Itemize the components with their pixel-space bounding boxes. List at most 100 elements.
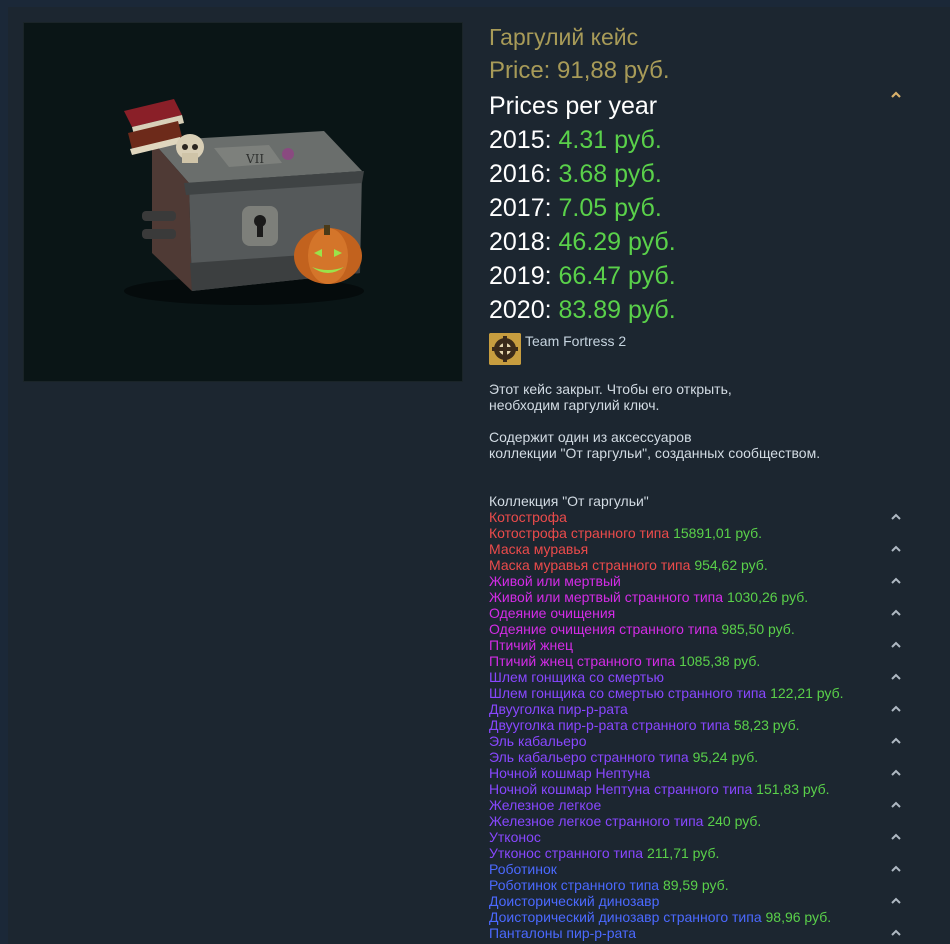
- strange-variant-name: Утконос странного типа: [489, 845, 644, 861]
- collection-item-strange[interactable]: Эль кабальеро странного типа 95,24 руб.: [489, 749, 919, 765]
- expand-item-icon[interactable]: [889, 928, 903, 938]
- prices-per-year-label: Prices per year: [489, 92, 658, 120]
- strange-variant-name: Котострофа странного типа: [489, 525, 670, 541]
- collection-item-name: Панталоны пир-р-рата: [489, 925, 637, 941]
- strange-variant-price: 985,50 руб.: [721, 621, 795, 637]
- collection-item-name: Ночной кошмар Нептуна: [489, 765, 651, 781]
- strange-variant-price: 1030,26 руб.: [726, 589, 809, 605]
- collection-item-strange[interactable]: Роботинок странного типа 89,59 руб.: [489, 877, 919, 893]
- collection-item[interactable]: Одеяние очищения: [489, 605, 919, 621]
- year-price-row: 2016: 3.68 руб.: [489, 158, 919, 192]
- strange-variant-price: 151,83 руб.: [756, 781, 830, 797]
- collection-list: Коллекция "От гаргульи" Котострофа Котост…: [489, 493, 919, 941]
- strange-variant-price: 240 руб.: [707, 813, 762, 829]
- strange-variant-price: 15891,01 руб.: [673, 525, 763, 541]
- expand-item-icon[interactable]: [889, 576, 903, 586]
- collection-item-strange[interactable]: Железное легкое странного типа 240 руб.: [489, 813, 919, 829]
- collection-item[interactable]: Двууголка пир-р-рата: [489, 701, 919, 717]
- item-image: VII: [23, 22, 463, 382]
- strange-variant-name: Доисторический динозавр странного типа: [489, 909, 762, 925]
- collection-item-strange[interactable]: Птичий жнец странного типа 1085,38 руб.: [489, 653, 919, 669]
- year-price-value: 3.68 руб.: [558, 160, 662, 188]
- expand-item-icon[interactable]: [889, 640, 903, 650]
- expand-item-icon[interactable]: [889, 512, 903, 522]
- collection-item-name: Роботинок: [489, 861, 557, 877]
- strange-variant-price: 1085,38 руб.: [679, 653, 761, 669]
- collapse-prices-icon[interactable]: [889, 90, 903, 100]
- description-line: Содержит один из аксессуаров: [489, 429, 692, 445]
- collection-item-name: Птичий жнец: [489, 637, 574, 653]
- collection-item[interactable]: Железное легкое: [489, 797, 919, 813]
- strange-variant-name: Маска муравья странного типа: [489, 557, 691, 573]
- collection-item-name: Живой или мертвый: [489, 573, 621, 589]
- year-label: 2019:: [489, 262, 552, 290]
- collection-item-strange[interactable]: Котострофа странного типа 15891,01 руб.: [489, 525, 919, 541]
- expand-item-icon[interactable]: [889, 896, 903, 906]
- expand-item-icon[interactable]: [889, 800, 903, 810]
- strange-variant-name: Птичий жнец странного типа: [489, 653, 676, 669]
- collection-item[interactable]: Котострофа: [489, 509, 919, 525]
- collection-item-strange[interactable]: Одеяние очищения странного типа 985,50 р…: [489, 621, 919, 637]
- collection-item[interactable]: Птичий жнец: [489, 637, 919, 653]
- description-line: Этот кейс закрыт. Чтобы его открыть,: [489, 381, 732, 397]
- strange-variant-price: 89,59 руб.: [662, 877, 729, 893]
- expand-item-icon[interactable]: [889, 544, 903, 554]
- collection-item-strange[interactable]: Двууголка пир-р-рата странного типа 58,2…: [489, 717, 919, 733]
- collection-item[interactable]: Доисторический динозавр: [489, 893, 919, 909]
- expand-item-icon[interactable]: [889, 864, 903, 874]
- strange-variant-name: Живой или мертвый странного типа: [489, 589, 724, 605]
- collection-item[interactable]: Живой или мертвый: [489, 573, 919, 589]
- strange-variant-price: 98,96 руб.: [765, 909, 832, 925]
- gargoyle-case-image: VII: [124, 99, 364, 305]
- collection-item-name: Доисторический динозавр: [489, 893, 660, 909]
- year-price-row: 2017: 7.05 руб.: [489, 192, 919, 226]
- prices-per-year-header: Prices per year: [489, 90, 919, 124]
- collection-item-strange[interactable]: Шлем гонщика со смертью странного типа 1…: [489, 685, 919, 701]
- description-contents: Содержит один из аксессуаров коллекции "…: [489, 429, 820, 461]
- collection-item[interactable]: Панталоны пир-р-рата: [489, 925, 919, 941]
- year-label: 2020:: [489, 296, 552, 324]
- collection-item[interactable]: Утконос: [489, 829, 919, 845]
- strange-variant-price: 58,23 руб.: [733, 717, 800, 733]
- expand-item-icon[interactable]: [889, 768, 903, 778]
- collection-item-strange[interactable]: Доисторический динозавр странного типа 9…: [489, 909, 919, 925]
- year-price-row: 2020: 83.89 руб.: [489, 294, 919, 328]
- collection-item-name: Маска муравья: [489, 541, 589, 557]
- collection-item-name: Эль кабальеро: [489, 733, 587, 749]
- expand-item-icon[interactable]: [889, 832, 903, 842]
- collection-item[interactable]: Ночной кошмар Нептуна: [489, 765, 919, 781]
- strange-variant-name: Одеяние очищения странного типа: [489, 621, 718, 637]
- collection-item[interactable]: Шлем гонщика со смертью: [489, 669, 919, 685]
- strange-variant-name: Эль кабальеро странного типа: [489, 749, 689, 765]
- collection-item-name: Одеяние очищения: [489, 605, 616, 621]
- expand-item-icon[interactable]: [889, 608, 903, 618]
- expand-item-icon[interactable]: [889, 736, 903, 746]
- year-price-value: 66.47 руб.: [558, 262, 676, 290]
- item-title: Гаргулий кейс: [489, 24, 639, 50]
- collection-item-name: Шлем гонщика со смертью: [489, 669, 664, 685]
- year-label: 2016:: [489, 160, 552, 188]
- collection-item-name: Утконос: [489, 829, 541, 845]
- year-price-value: 46.29 руб.: [558, 228, 676, 256]
- collection-item[interactable]: Эль кабальеро: [489, 733, 919, 749]
- tf2-icon: [489, 333, 521, 365]
- collection-item-strange[interactable]: Маска муравья странного типа 954,62 руб.: [489, 557, 919, 573]
- collection-item[interactable]: Маска муравья: [489, 541, 919, 557]
- strange-variant-price: 954,62 руб.: [694, 557, 768, 573]
- collection-item-strange[interactable]: Утконос странного типа 211,71 руб.: [489, 845, 919, 861]
- collection-item-strange[interactable]: Живой или мертвый странного типа 1030,26…: [489, 589, 919, 605]
- collection-item-name: Котострофа: [489, 509, 567, 525]
- description-closed: Этот кейс закрыт. Чтобы его открыть, нео…: [489, 381, 732, 413]
- strange-variant-price: 122,21 руб.: [770, 685, 844, 701]
- year-label: 2015:: [489, 126, 552, 154]
- collection-item[interactable]: Роботинок: [489, 861, 919, 877]
- description-line: коллекции "От гаргульи", созданных сообщ…: [489, 445, 821, 461]
- expand-item-icon[interactable]: [889, 704, 903, 714]
- expand-item-icon[interactable]: [889, 672, 903, 682]
- description-line: необходим гаргулий ключ.: [489, 397, 660, 413]
- item-price: Price: 91,88 руб.: [489, 57, 670, 84]
- collection-item-strange[interactable]: Ночной кошмар Нептуна странного типа 151…: [489, 781, 919, 797]
- svg-text:VII: VII: [245, 152, 264, 166]
- yearly-prices-list: 2015: 4.31 руб. 2016: 3.68 руб. 2017: 7.05…: [489, 124, 919, 328]
- year-label: 2017:: [489, 194, 552, 222]
